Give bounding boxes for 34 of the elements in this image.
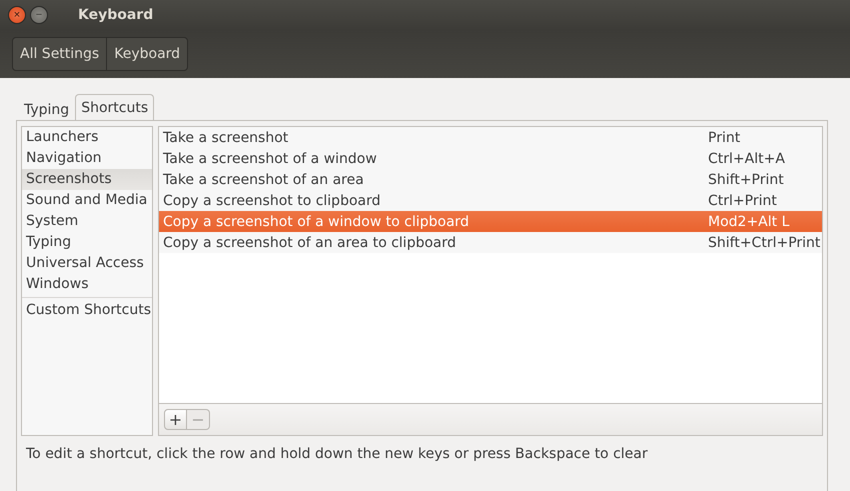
keys-cell-text: Print	[707, 130, 742, 146]
category-item[interactable]: Universal Access	[22, 253, 152, 274]
category-item[interactable]: Launchers	[22, 127, 152, 148]
keys-cell-text: Shift+Print	[707, 172, 785, 188]
shortcut-row[interactable]: Copy a screenshot to clipboard Ctrl+Print	[159, 190, 822, 211]
category-item[interactable]: Sound and Media	[22, 190, 152, 211]
action-cell-text: Take a screenshot	[162, 130, 290, 146]
close-button[interactable]: ×	[8, 6, 26, 24]
category-item[interactable]: Typing	[22, 232, 152, 253]
keys-cell-text: Mod2+Alt L	[707, 214, 790, 230]
category-item[interactable]: Navigation	[22, 148, 152, 169]
breadcrumb-button[interactable]: All Settings	[13, 38, 106, 70]
action-cell-text: Take a screenshot of a window	[162, 150, 378, 166]
category-item[interactable]: Custom Shortcuts	[22, 300, 152, 321]
shortcut-row[interactable]: Take a screenshot of a window Ctrl+Alt+A	[159, 148, 822, 169]
action-cell-text: Take a screenshot of an area	[162, 172, 365, 188]
breadcrumb-button[interactable]: Keyboard	[106, 38, 188, 70]
tab[interactable]: Shortcuts	[75, 94, 154, 120]
action-cell-text: Copy a screenshot to clipboard	[162, 192, 382, 208]
keys-cell-text: Shift+Ctrl+Print	[707, 234, 822, 250]
window-title: Keyboard	[78, 7, 154, 23]
keys-cell-text: Ctrl+Alt+A	[707, 150, 786, 166]
shortcut-row[interactable]: Take a screenshot Print	[159, 127, 822, 148]
shortcut-row[interactable]: Take a screenshot of an area Shift+Print	[159, 169, 822, 190]
hint-text: To edit a shortcut, click the row and hold down the new keys or press Backspace to clear	[26, 446, 649, 462]
category-item[interactable]: Screenshots	[22, 169, 152, 190]
keys-cell-text: Ctrl+Print	[707, 192, 778, 208]
category-item[interactable]: System	[22, 211, 152, 232]
shortcut-row[interactable]: Copy a screenshot of an area to clipboard Shift+Ctrl+Print	[159, 232, 822, 253]
category-item[interactable]: Windows	[22, 274, 152, 295]
tab[interactable]: Typing	[18, 98, 76, 120]
add-button[interactable]: +	[164, 409, 187, 430]
action-cell-text: Copy a screenshot of a window to clipboard	[162, 214, 470, 230]
action-cell-text: Copy a screenshot of an area to clipboard	[162, 234, 458, 250]
